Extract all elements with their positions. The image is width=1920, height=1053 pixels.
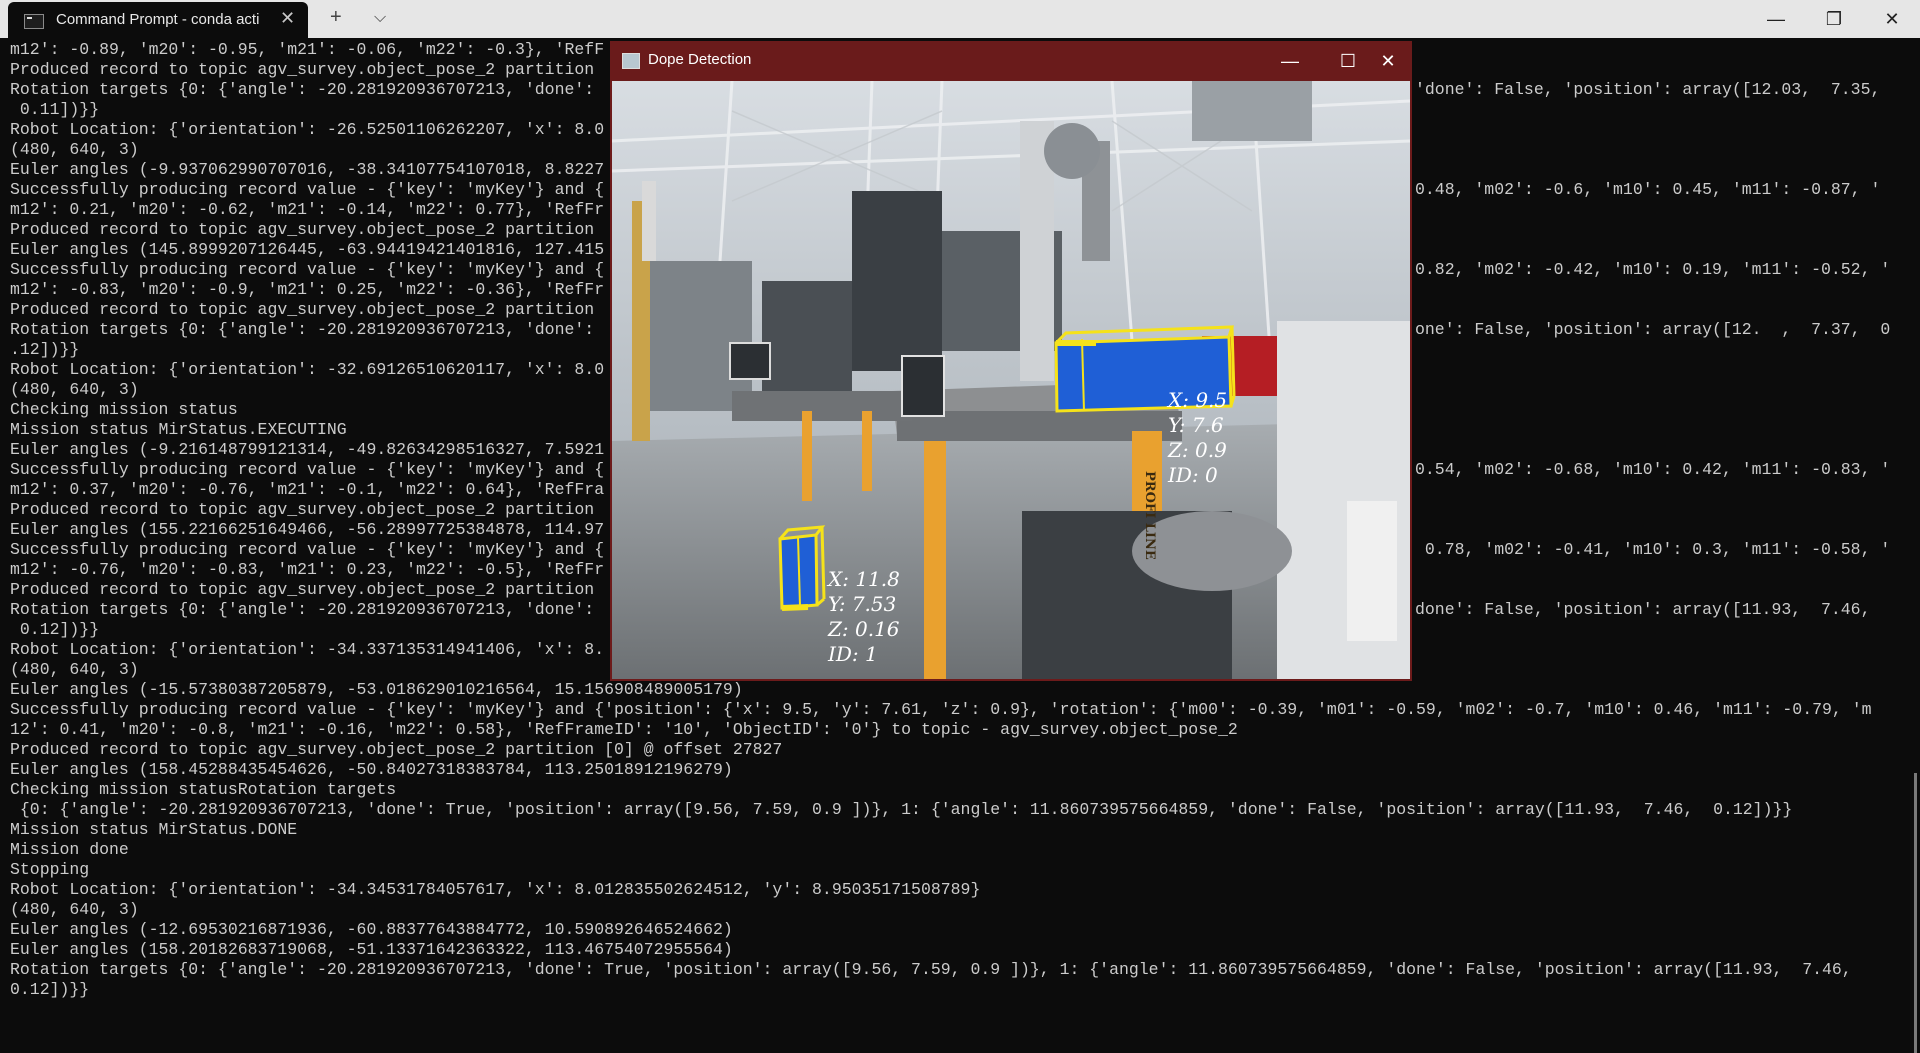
terminal-line-fragment: one': False, 'position': array([12. , 7.… [1415,320,1891,339]
terminal-line: .12])}} [10,340,80,359]
det2-y-label: Y: 7.53 [828,592,896,616]
terminal-line: Successfully producing record value - {'… [10,260,605,279]
terminal-line-fragment: 0.54, 'm02': -0.68, 'm10': 0.42, 'm11': … [1415,460,1891,479]
terminal-line: 12': 0.41, 'm20': -0.8, 'm21': -0.16, 'm… [10,720,1238,739]
terminal-line: 0.11])}} [10,100,100,119]
terminal-line: Produced record to topic agv_survey.obje… [10,500,595,519]
terminal-line: (480, 640, 3) [10,660,139,679]
terminal-line: Successfully producing record value - {'… [10,540,605,559]
terminal-line: 0.12])}} [10,620,100,639]
terminal-line: Euler angles (-9.937062990707016, -38.34… [10,160,605,179]
maximize-button[interactable]: ❐ [1814,4,1854,34]
terminal-line: Mission done [10,840,129,859]
terminal-line: Robot Location: {'orientation': -34.3371… [10,640,605,659]
terminal-line: Produced record to topic agv_survey.obje… [10,300,595,319]
terminal-scrollbar[interactable] [1912,38,1920,1053]
det1-y-label: Y: 7.6 [1168,413,1224,437]
tab-dropdown-icon[interactable]: ⌵ [374,9,386,27]
terminal-line: Mission status MirStatus.DONE [10,820,298,839]
terminal-line: Euler angles (155.22166251649466, -56.28… [10,520,605,539]
terminal-line: Robot Location: {'orientation': -26.5250… [10,120,605,139]
terminal-line-fragment: 0.82, 'm02': -0.42, 'm10': 0.19, 'm11': … [1415,260,1891,279]
terminal-line: m12': 0.37, 'm20': -0.76, 'm21': -0.1, '… [10,480,605,499]
det2-id-label: ID: 1 [827,642,878,666]
terminal-tab-bar: Command Prompt - conda acti ✕ + ⌵ — ❐ ✕ [0,0,1920,38]
terminal-line: Rotation targets {0: {'angle': -20.28192… [10,600,595,619]
terminal-line: Rotation targets {0: {'angle': -20.28192… [10,960,1852,979]
new-tab-button[interactable]: + [330,6,342,29]
terminal-line: Produced record to topic agv_survey.obje… [10,740,783,759]
terminal-line: Robot Location: {'orientation': -34.3453… [10,880,981,899]
terminal-line: m12': -0.76, 'm20': -0.83, 'm21': 0.23, … [10,560,605,579]
terminal-line: Euler angles (-9.216148799121314, -49.82… [10,440,605,459]
terminal-line: Rotation targets {0: {'angle': -20.28192… [10,320,595,339]
det1-z-label: Z: 0.9 [1167,438,1227,462]
terminal-line: Checking mission status [10,400,238,419]
terminal-line: Euler angles (-15.57380387205879, -53.01… [10,680,743,699]
tab-title: Command Prompt - conda acti [56,11,260,28]
terminal-line: Rotation targets {0: {'angle': -20.28192… [10,80,595,99]
terminal-line: Stopping [10,860,90,879]
terminal-line: (480, 640, 3) [10,380,139,399]
dope-maximize-button[interactable]: ☐ [1328,46,1368,76]
terminal-line: 0.12])}} [10,980,90,999]
terminal-line: Successfully producing record value - {'… [10,460,605,479]
terminal-line: m12': -0.83, 'm20': -0.9, 'm21': 0.25, '… [10,280,605,299]
dope-title-bar[interactable]: Dope Detection — ☐ ✕ [610,41,1412,81]
terminal-line: Checking mission statusRotation targets [10,780,397,799]
det2-x-label: X: 11.8 [826,567,900,591]
dope-detection-window: Dope Detection — ☐ ✕ PROFI LINE X: 9.5 Y… [610,41,1412,681]
terminal-line: Euler angles (158.45288435454626, -50.84… [10,760,733,779]
app-icon [622,53,640,69]
close-tab-icon[interactable]: ✕ [280,8,295,29]
factory-scene: PROFI LINE X: 9.5 Y: 7.6 Z: 0.9 ID: 0 X:… [612,81,1410,679]
scrollbar-thumb[interactable] [1914,773,1917,1053]
terminal-line: Produced record to topic agv_survey.obje… [10,60,595,79]
terminal-line: {0: {'angle': -20.281920936707213, 'done… [10,800,1793,819]
terminal-line: Mission status MirStatus.EXECUTING [10,420,347,439]
command-prompt-icon [24,14,44,29]
terminal-line-fragment: 0.48, 'm02': -0.6, 'm10': 0.45, 'm11': -… [1415,180,1881,199]
minimize-button[interactable]: — [1756,4,1796,34]
terminal-line: (480, 640, 3) [10,900,139,919]
dope-close-button[interactable]: ✕ [1368,46,1408,76]
dope-window-title: Dope Detection [648,51,752,68]
terminal-line: m12': -0.89, 'm20': -0.95, 'm21': -0.06,… [10,40,605,59]
det2-z-label: Z: 0.16 [827,617,900,641]
terminal-line-fragment: 'done': False, 'position': array([12.03,… [1415,80,1881,99]
terminal-line-fragment: 0.78, 'm02': -0.41, 'm10': 0.3, 'm11': -… [1415,540,1891,559]
terminal-line: Euler angles (145.8999207126445, -63.944… [10,240,605,259]
close-window-button[interactable]: ✕ [1872,4,1912,34]
det1-id-label: ID: 0 [1167,463,1218,487]
terminal-line: Produced record to topic agv_survey.obje… [10,580,595,599]
dope-minimize-button[interactable]: — [1270,46,1310,76]
terminal-line: (480, 640, 3) [10,140,139,159]
terminal-line: Euler angles (-12.69530216871936, -60.88… [10,920,733,939]
camera-feed: PROFI LINE X: 9.5 Y: 7.6 Z: 0.9 ID: 0 X:… [612,81,1410,679]
terminal-line: Robot Location: {'orientation': -32.6912… [10,360,605,379]
terminal-line-fragment: done': False, 'position': array([11.93, … [1415,600,1871,619]
terminal-line: Euler angles (158.20182683719068, -51.13… [10,940,733,959]
terminal-line: m12': 0.21, 'm20': -0.62, 'm21': -0.14, … [10,200,605,219]
terminal-line: Successfully producing record value - {'… [10,700,1872,719]
terminal-tab[interactable]: Command Prompt - conda acti ✕ [8,2,308,38]
terminal-line: Successfully producing record value - {'… [10,180,605,199]
det1-x-label: X: 9.5 [1166,388,1227,412]
signage-text: PROFI LINE [1142,471,1157,560]
terminal-line: Produced record to topic agv_survey.obje… [10,220,595,239]
